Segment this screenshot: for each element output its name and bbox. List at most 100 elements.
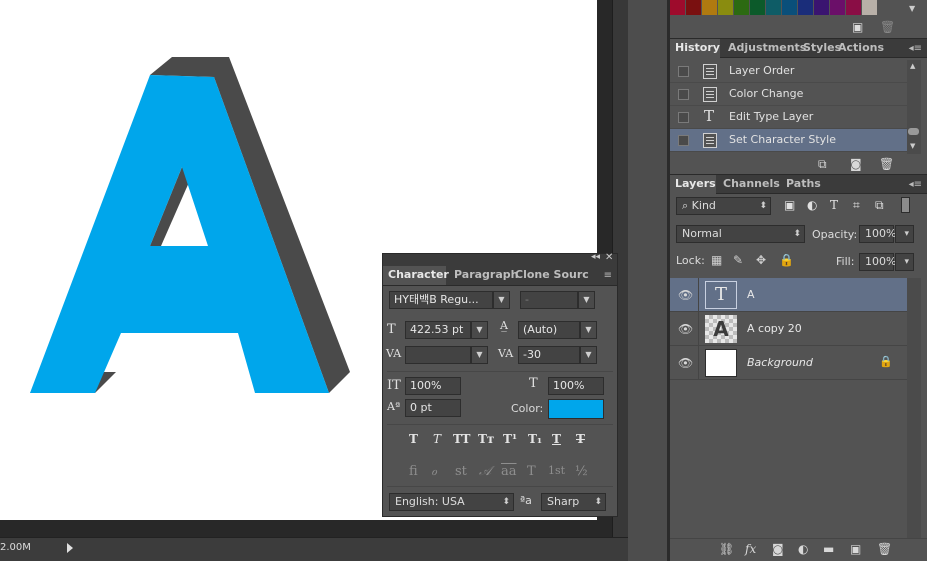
ornaments-button[interactable]: T	[527, 464, 536, 479]
status-menu-arrow-icon[interactable]	[67, 543, 73, 553]
history-panel-menu-icon[interactable]: ◂≡	[909, 43, 922, 54]
history-item-selected[interactable]: Set Character Style	[670, 129, 907, 152]
fill-input[interactable]: 100%	[859, 253, 896, 271]
tab-clone-source[interactable]: Clone Sourc	[510, 266, 594, 285]
font-family-field[interactable]: HY태백B Regu...	[389, 291, 493, 309]
color-swatch[interactable]	[862, 0, 877, 15]
font-size-field[interactable]: 422.53 pt	[405, 321, 471, 339]
text-color-swatch[interactable]	[548, 399, 604, 419]
opacity-dropdown[interactable]: ▾	[895, 225, 914, 243]
delete-swatch-icon[interactable]: 🗑	[880, 20, 895, 34]
color-swatch[interactable]	[670, 0, 685, 15]
kerning-dropdown[interactable]: ▼	[471, 346, 488, 364]
layers-panel-menu-icon[interactable]: ◂≡	[909, 179, 922, 190]
scroll-up-icon[interactable]: ▲	[910, 62, 915, 70]
swash-button[interactable]: st	[455, 464, 467, 479]
filter-kind-select[interactable]: ⌕ Kind ⬍	[676, 197, 771, 215]
history-item[interactable]: T Edit Type Layer	[670, 106, 907, 129]
history-snapshot-checkbox[interactable]	[678, 112, 689, 123]
vertical-scale-field[interactable]: 100%	[405, 377, 461, 395]
tab-paths[interactable]: Paths	[781, 175, 826, 194]
visibility-eye-icon[interactable]: 👁	[678, 356, 693, 370]
layer-row[interactable]: 👁 T A	[670, 278, 907, 312]
all-caps-button[interactable]: TT	[453, 432, 470, 446]
fractions-button[interactable]: ½	[575, 464, 588, 479]
layer-name[interactable]: A	[747, 288, 755, 301]
color-swatch[interactable]	[782, 0, 797, 15]
filter-adjustment-icon[interactable]: ◐	[807, 198, 817, 212]
antialias-select[interactable]: Sharp ⬍	[541, 493, 606, 511]
baseline-shift-field[interactable]: 0 pt	[405, 399, 461, 417]
layer-row[interactable]: 👁 A A copy 20	[670, 312, 907, 346]
underline-button[interactable]: T	[552, 432, 561, 446]
faux-bold-button[interactable]: T	[409, 432, 418, 446]
adjustment-layer-icon[interactable]: ◐	[798, 542, 808, 556]
subscript-button[interactable]: T₁	[528, 432, 542, 446]
tab-history[interactable]: History	[670, 39, 720, 58]
history-item[interactable]: Color Change	[670, 83, 907, 106]
superscript-button[interactable]: T¹	[503, 432, 517, 446]
history-item[interactable]: Layer Order	[670, 60, 907, 83]
lock-image-pixels-icon[interactable]: ✎	[733, 253, 743, 267]
tab-channels[interactable]: Channels	[718, 175, 785, 194]
color-swatch[interactable]	[734, 0, 749, 15]
color-swatch[interactable]	[798, 0, 813, 15]
font-family-dropdown[interactable]: ▼	[493, 291, 510, 309]
font-style-dropdown[interactable]: ▼	[578, 291, 595, 309]
visibility-eye-icon[interactable]: 👁	[678, 322, 693, 336]
color-swatch[interactable]	[830, 0, 845, 15]
color-swatch[interactable]	[846, 0, 861, 15]
visibility-eye-icon[interactable]: 👁	[678, 288, 693, 302]
filter-toggle-switch[interactable]	[901, 197, 910, 213]
new-layer-icon[interactable]: ▣	[850, 542, 861, 556]
ligatures-button[interactable]: ﬁ	[409, 464, 418, 479]
history-snapshot-checkbox[interactable]	[678, 135, 689, 146]
color-swatch[interactable]	[702, 0, 717, 15]
lock-transparent-pixels-icon[interactable]: ▦	[711, 253, 722, 267]
font-style-field[interactable]: -	[520, 291, 578, 309]
lock-position-icon[interactable]: ✥	[756, 253, 766, 267]
collapse-panel-icon[interactable]: ◂◂	[591, 252, 600, 262]
leading-dropdown[interactable]: ▼	[580, 321, 597, 339]
color-swatch[interactable]	[814, 0, 829, 15]
layer-name[interactable]: Background	[747, 356, 813, 369]
color-swatch[interactable]	[718, 0, 733, 15]
tab-character[interactable]: Character	[383, 266, 449, 285]
small-caps-button[interactable]: Tт	[478, 432, 494, 446]
scroll-down-icon[interactable]: ▼	[910, 142, 915, 150]
layer-style-fx-icon[interactable]: fx	[745, 542, 756, 556]
old-style-button[interactable]: ℴ	[431, 464, 437, 479]
filter-smart-object-icon[interactable]: ⧉	[875, 198, 884, 213]
filter-pixel-icon[interactable]: ▣	[784, 198, 795, 212]
blend-mode-select[interactable]: Normal ⬍	[676, 225, 805, 243]
link-layers-icon[interactable]: ⛓	[719, 542, 734, 556]
new-swatch-icon[interactable]: ▣	[852, 20, 863, 34]
close-icon[interactable]: ✕	[605, 252, 613, 263]
faux-italic-button[interactable]: T	[433, 432, 441, 446]
leading-field[interactable]: (Auto)	[518, 321, 580, 339]
titling-alternates-button[interactable]: aa	[501, 464, 517, 479]
language-select[interactable]: English: USA ⬍	[389, 493, 514, 511]
layer-row[interactable]: 👁 Background 🔒	[670, 346, 907, 380]
filter-shape-icon[interactable]: ⌗	[853, 198, 860, 213]
layer-name[interactable]: A copy 20	[747, 322, 802, 335]
character-panel-titlebar[interactable]: ◂◂ ✕	[383, 252, 617, 266]
new-group-folder-icon[interactable]: ▬	[823, 542, 834, 556]
trash-icon[interactable]: 🗑	[877, 542, 892, 556]
history-snapshot-checkbox[interactable]	[678, 89, 689, 100]
history-snapshot-checkbox[interactable]	[678, 66, 689, 77]
tab-actions[interactable]: Actions	[833, 39, 889, 58]
strikethrough-button[interactable]: T	[576, 432, 585, 446]
stylistic-alternates-button[interactable]: 𝒜	[479, 464, 491, 479]
color-swatch[interactable]	[766, 0, 781, 15]
ordinals-button[interactable]: 1st	[548, 464, 565, 477]
character-panel-menu-icon[interactable]: ≡	[604, 270, 612, 281]
font-size-dropdown[interactable]: ▼	[471, 321, 488, 339]
color-swatch[interactable]	[686, 0, 701, 15]
scroll-thumb[interactable]	[908, 128, 919, 135]
tracking-field[interactable]: -30	[518, 346, 580, 364]
new-document-from-state-icon[interactable]: ⧉	[818, 157, 827, 172]
horizontal-scale-field[interactable]: 100%	[548, 377, 604, 395]
tab-layers[interactable]: Layers	[670, 175, 716, 194]
color-swatch[interactable]	[750, 0, 765, 15]
